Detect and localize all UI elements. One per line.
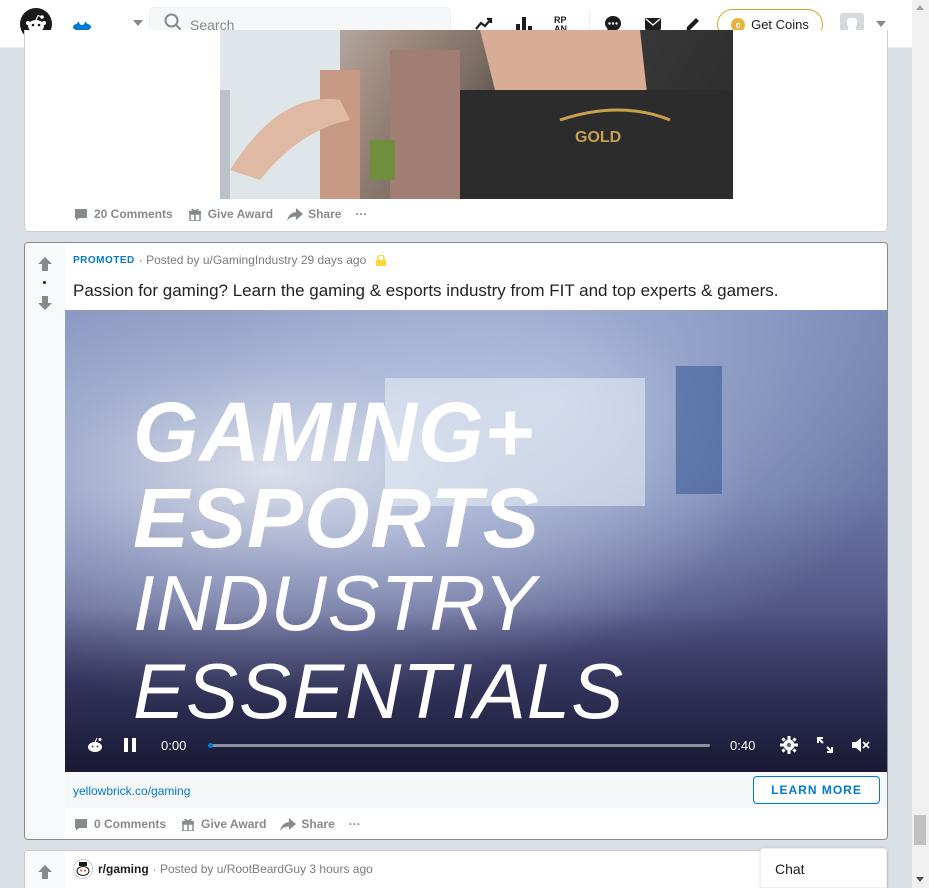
post-meta: PROMOTED · Posted by u/GamingIndustry 29… xyxy=(73,253,387,267)
muted-volume-icon[interactable] xyxy=(851,736,871,754)
pause-icon[interactable] xyxy=(123,736,137,754)
comment-icon xyxy=(73,207,89,221)
ad-link-row: yellowbrick.co/gaming LEARN MORE xyxy=(65,772,887,808)
video-progress-knob[interactable] xyxy=(208,743,213,748)
post-image[interactable]: GOLD xyxy=(220,30,733,199)
vote-column xyxy=(25,851,65,888)
chat-label: Chat xyxy=(775,861,805,877)
fullscreen-expand-icon[interactable] xyxy=(816,736,834,754)
more-options-icon: ··· xyxy=(355,207,368,221)
post-title[interactable]: Passion for gaming? Learn the gaming & e… xyxy=(73,281,779,301)
comments-label: 20 Comments xyxy=(94,207,173,221)
comment-icon xyxy=(73,817,89,831)
snoo-icon[interactable] xyxy=(86,736,104,754)
post-meta: r/gaming · Posted by u/RootBeardGuy 3 ho… xyxy=(98,862,373,876)
upvote-arrow-icon[interactable] xyxy=(38,865,52,879)
give-award-label: Give Award xyxy=(207,207,274,221)
chevron-down-icon[interactable] xyxy=(133,20,143,26)
scrollbar-thumb[interactable] xyxy=(914,815,926,845)
comments-button[interactable]: 0 Comments xyxy=(73,817,166,831)
settings-gear-icon[interactable] xyxy=(779,736,799,754)
give-award-label: Give Award xyxy=(201,817,267,831)
video-progress-bar[interactable] xyxy=(208,743,710,748)
video-stage-tower xyxy=(675,365,723,495)
more-options-icon: ··· xyxy=(348,817,361,831)
post-card[interactable]: GOLD 20 Comments Give Award Share ··· xyxy=(24,30,888,232)
downvote-arrow-icon[interactable] xyxy=(38,296,52,310)
subreddit-link[interactable]: r/gaming xyxy=(98,862,149,876)
upvote-arrow-icon[interactable] xyxy=(38,257,52,271)
post-card[interactable]: r/gaming · Posted by u/RootBeardGuy 3 ho… xyxy=(24,850,888,888)
comments-label: 0 Comments xyxy=(94,817,167,831)
video-headline-line1: GAMING+ xyxy=(133,385,535,479)
share-arrow-icon xyxy=(287,207,304,221)
user-menu-chevron-down-icon[interactable] xyxy=(876,21,886,27)
gift-icon xyxy=(180,817,196,831)
learn-more-button[interactable]: LEARN MORE xyxy=(753,776,880,804)
chat-widget[interactable]: Chat xyxy=(760,848,887,888)
more-options-button[interactable]: ··· xyxy=(349,817,361,831)
promoted-badge: PROMOTED xyxy=(73,254,135,266)
svg-text:GOLD: GOLD xyxy=(575,129,621,146)
share-button[interactable]: Share xyxy=(287,207,341,221)
page-scrollbar[interactable] xyxy=(912,0,929,888)
duration-time: 0:40 xyxy=(730,737,756,753)
promoted-post-card[interactable]: PROMOTED · Posted by u/GamingIndustry 29… xyxy=(24,242,888,840)
posted-by-text[interactable]: · Posted by u/GamingIndustry 29 days ago xyxy=(139,253,366,267)
post-actions: 20 Comments Give Award Share ··· xyxy=(73,207,381,221)
posted-by-text[interactable]: · Posted by u/RootBeardGuy 3 hours ago xyxy=(153,862,373,876)
share-label: Share xyxy=(301,817,335,831)
scroll-up-arrow-icon[interactable] xyxy=(916,5,924,10)
share-button[interactable]: Share xyxy=(280,817,335,831)
share-arrow-icon xyxy=(280,817,297,831)
vote-column xyxy=(25,243,65,839)
lock-icon xyxy=(376,253,387,266)
subreddit-icon[interactable] xyxy=(73,859,93,879)
give-award-button[interactable]: Give Award xyxy=(180,817,266,831)
video-player[interactable]: GAMING+ ESPORTS INDUSTRY ESSENTIALS 0:00… xyxy=(65,310,887,772)
video-headline-line3: INDUSTRY xyxy=(133,559,537,647)
scroll-down-arrow-icon[interactable] xyxy=(916,877,924,882)
gift-icon xyxy=(187,207,203,221)
vote-score-dot xyxy=(43,281,46,284)
ad-domain-link[interactable]: yellowbrick.co/gaming xyxy=(73,784,190,798)
more-options-button[interactable]: ··· xyxy=(355,207,367,221)
video-headline-line2: ESPORTS xyxy=(133,471,540,565)
share-label: Share xyxy=(308,207,342,221)
video-headline-line4: ESSENTIALS xyxy=(133,647,625,735)
give-award-button[interactable]: Give Award xyxy=(187,207,273,221)
current-time: 0:00 xyxy=(161,737,187,753)
comments-button[interactable]: 20 Comments xyxy=(73,207,173,221)
post-actions: 0 Comments Give Award Share ··· xyxy=(73,817,375,831)
